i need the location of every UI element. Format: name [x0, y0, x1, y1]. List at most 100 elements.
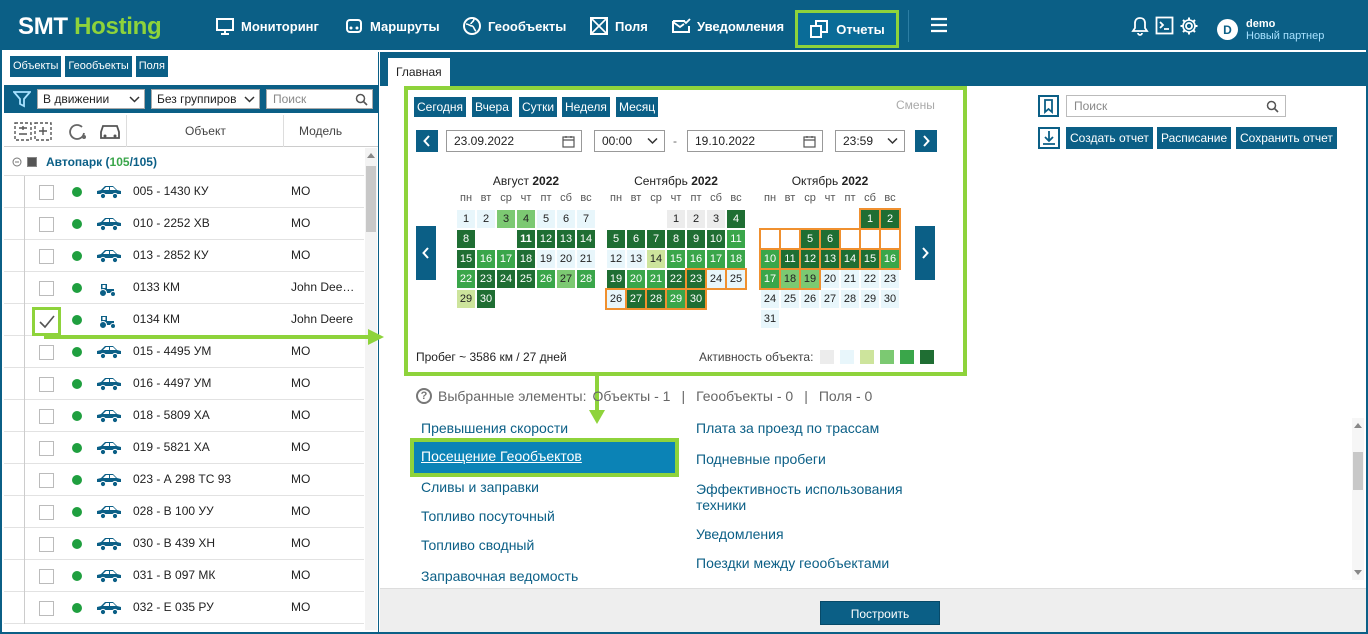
calendar-day[interactable]: 1	[457, 210, 475, 228]
group-checkbox[interactable]	[27, 157, 37, 167]
table-row[interactable]: 030 - В 439 ХН МО	[4, 528, 364, 560]
row-checkbox[interactable]	[39, 409, 54, 424]
app-logo[interactable]: SMT Hosting	[18, 13, 162, 41]
calendar-day[interactable]: 21	[647, 270, 665, 288]
calendar-day[interactable]: 9	[879, 228, 901, 250]
calendar-day[interactable]: 13	[557, 230, 575, 248]
calendar-day[interactable]: 7	[839, 228, 861, 250]
calendar-day[interactable]: 16	[879, 248, 901, 270]
calendar-day[interactable]: 27	[625, 288, 647, 310]
calendar-day[interactable]: 5	[799, 228, 821, 250]
calendar-icon[interactable]	[562, 135, 575, 148]
shifts-link[interactable]: Смены	[896, 98, 935, 112]
help-icon[interactable]: ?	[416, 388, 432, 404]
calendar-day[interactable]: 29	[861, 290, 879, 308]
calendar-day[interactable]: 8	[859, 228, 881, 250]
row-checkbox[interactable]	[39, 217, 54, 232]
report-geoobject-visits[interactable]: Посещение Геообъектов	[410, 438, 679, 477]
report-search-input[interactable]: Поиск	[1066, 95, 1286, 117]
scroll-up-icon[interactable]	[1354, 422, 1362, 428]
calendar-day[interactable]: 11	[517, 230, 535, 248]
report-drains-refuels[interactable]: Сливы и заправки	[421, 479, 539, 495]
column-object[interactable]: Объект	[185, 124, 226, 138]
hamburger-menu-icon[interactable]	[930, 17, 948, 33]
calendar-day[interactable]: 6	[627, 230, 645, 248]
build-report-button[interactable]: Построить	[820, 601, 940, 625]
calendar-day[interactable]: 14	[839, 248, 861, 270]
row-checkbox[interactable]	[39, 473, 54, 488]
calendar-day[interactable]: 9	[687, 230, 705, 248]
table-row[interactable]: 031 - В 097 МК МО	[4, 560, 364, 592]
row-checkbox[interactable]	[39, 249, 54, 264]
group-row[interactable]: Автопарк (105/105)	[4, 148, 364, 176]
grouping-select[interactable]: Без группиров	[151, 89, 260, 109]
bell-icon[interactable]	[1131, 16, 1149, 36]
calendar-day[interactable]: 22	[457, 270, 475, 288]
table-row[interactable]: 005 - 1430 КУ МО	[4, 176, 364, 208]
calendar-day[interactable]: 24	[705, 268, 727, 290]
nav-reports[interactable]: Отчеты	[795, 10, 899, 48]
report-equipment-efficiency[interactable]: Эффективность использования техники	[696, 481, 926, 513]
table-row[interactable]: 018 - 5809 ХА МО	[4, 400, 364, 432]
calendar-day[interactable]: 27	[557, 270, 575, 288]
report-scroll-thumb[interactable]	[1353, 452, 1363, 490]
calendar-day[interactable]: 22	[667, 270, 685, 288]
selected-objects-count[interactable]: Объекты - 1	[593, 388, 671, 404]
calendar-day[interactable]: 24	[497, 270, 515, 288]
quick-yesterday-button[interactable]: Вчера	[472, 97, 512, 117]
tab-objects[interactable]: Объекты	[10, 56, 62, 77]
calendar-day[interactable]: 3	[497, 210, 515, 228]
nav-monitoring[interactable]: Мониторинг	[215, 2, 319, 50]
checked-object-highlight[interactable]	[32, 307, 61, 336]
calendar-day[interactable]: 21	[841, 270, 859, 288]
calendar-day[interactable]: 20	[557, 250, 575, 268]
calendar-day[interactable]: 28	[577, 270, 595, 288]
column-model[interactable]: Модель	[299, 124, 342, 138]
left-scrollbar[interactable]	[365, 148, 377, 630]
calendar-day[interactable]: 26	[605, 288, 627, 310]
report-trips-between-geoobjects[interactable]: Поездки между геообъектами	[696, 555, 889, 571]
calendar-day[interactable]: 6	[557, 210, 575, 228]
calendar-day[interactable]: 25	[781, 290, 799, 308]
calendar-day[interactable]: 10	[759, 248, 781, 270]
calendar-day[interactable]: 14	[577, 230, 595, 248]
calendar-day[interactable]: 15	[859, 248, 881, 270]
period-prev-button[interactable]	[416, 130, 438, 152]
gear-icon[interactable]	[1179, 16, 1199, 36]
calendar-day[interactable]: 7	[577, 210, 595, 228]
status-filter-select[interactable]: В движении	[37, 89, 145, 109]
calendar-day[interactable]: 6	[819, 228, 841, 250]
calendar-day[interactable]: 7	[647, 230, 665, 248]
calendar-day[interactable]: 9	[477, 230, 495, 248]
selected-geoobjects-count[interactable]: Геообъекты - 0	[696, 388, 793, 404]
collapse-group-icon[interactable]	[12, 157, 22, 167]
calendar-day[interactable]: 2	[879, 208, 901, 230]
quick-week-button[interactable]: Неделя	[562, 97, 610, 117]
table-row[interactable]: 032 - Е 035 РУ МО	[4, 592, 364, 624]
table-row[interactable]: 019 - 5821 ХА МО	[4, 432, 364, 464]
table-row[interactable]: 010 - 2252 ХВ МО	[4, 208, 364, 240]
table-row[interactable]: 013 - 2852 КУ МО	[4, 240, 364, 272]
calendar-day[interactable]: 30	[685, 288, 707, 310]
calendar-day[interactable]: 16	[477, 250, 495, 268]
object-search-input[interactable]: Поиск	[266, 89, 373, 109]
calendar-day[interactable]: 11	[779, 248, 801, 270]
calendar-day[interactable]: 13	[819, 248, 841, 270]
table-row[interactable]: 015 - 4495 УМ МО	[4, 336, 364, 368]
calendar-day[interactable]: 22	[861, 270, 879, 288]
calendar-day[interactable]: 17	[707, 250, 725, 268]
search-icon[interactable]	[1266, 100, 1279, 113]
calendar-day[interactable]: 16	[687, 250, 705, 268]
date-to-input[interactable]: 19.10.2022	[687, 130, 823, 152]
save-report-button[interactable]: Сохранить отчет	[1236, 127, 1337, 149]
calendar-day[interactable]: 20	[627, 270, 645, 288]
time-from-select[interactable]: 00:00	[594, 130, 665, 152]
calendar-day[interactable]: 17	[497, 250, 515, 268]
calendar-day[interactable]: 29	[457, 290, 475, 308]
row-checkbox[interactable]	[39, 601, 54, 616]
calendar-day[interactable]: 18	[727, 250, 745, 268]
report-notifications[interactable]: Уведомления	[696, 526, 784, 542]
calendar-day[interactable]: 25	[725, 268, 747, 290]
user-name[interactable]: demo	[1246, 18, 1275, 30]
report-speeding[interactable]: Превышения скорости	[421, 420, 568, 436]
